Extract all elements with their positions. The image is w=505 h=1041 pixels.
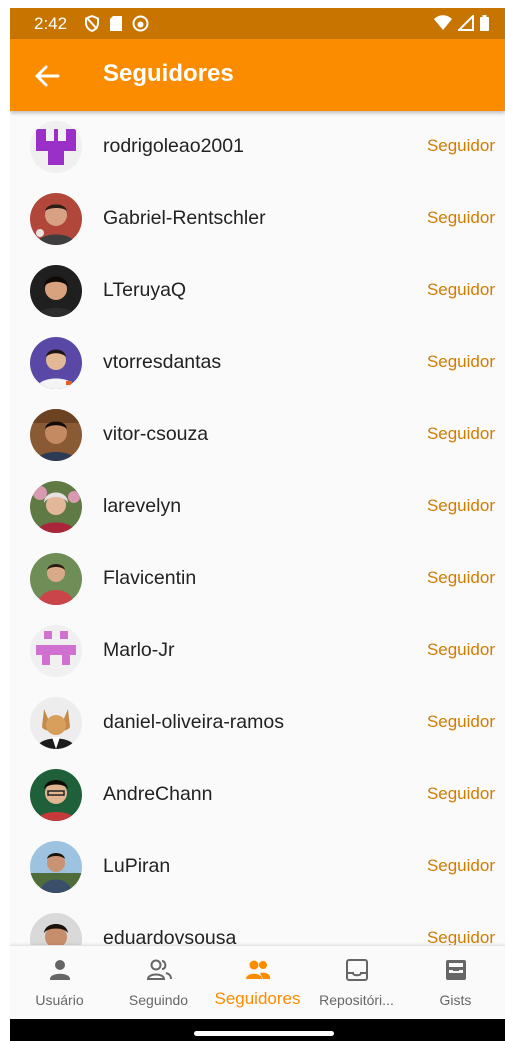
avatar[interactable] [30, 697, 82, 749]
system-navigation-bar [10, 1018, 505, 1041]
avatar[interactable] [30, 625, 82, 677]
follower-row[interactable]: vitor-csouza Seguidor [10, 399, 505, 471]
avatar[interactable] [30, 769, 82, 821]
avatar[interactable] [30, 913, 82, 945]
follower-row[interactable]: Flavicentin Seguidor [10, 543, 505, 615]
avatar[interactable] [30, 841, 82, 893]
avatar[interactable] [30, 121, 82, 173]
follower-username[interactable]: vtorresdantas [103, 351, 221, 374]
avatar[interactable] [30, 337, 82, 389]
avatar[interactable] [30, 193, 82, 245]
follower-row[interactable]: LTeruyaQ Seguidor [10, 255, 505, 327]
wifi-icon [434, 15, 452, 30]
avatar[interactable] [30, 481, 82, 533]
battery-icon [480, 15, 489, 31]
tab-seguindo[interactable]: Seguindo [109, 946, 208, 1019]
follower-username[interactable]: LuPiran [103, 855, 170, 878]
status-bar: 2:42 [10, 8, 505, 39]
follower-role-label: Seguidor [426, 352, 495, 371]
home-gesture-handle[interactable] [194, 1031, 334, 1036]
follower-username[interactable]: Gabriel-Rentschler [103, 207, 266, 230]
follower-role-label: Seguidor [426, 424, 495, 443]
follower-row[interactable]: eduardovsousa Seguidor [10, 903, 505, 945]
tab-seguidores[interactable]: Seguidores [208, 946, 307, 1019]
follower-role-label: Seguidor [426, 136, 495, 155]
follower-row[interactable]: daniel-oliveira-ramos Seguidor [10, 687, 505, 759]
follower-role-label: Seguidor [426, 496, 495, 515]
tab-label: Seguidores [214, 989, 301, 1008]
tab-usuario[interactable]: Usuário [10, 946, 109, 1019]
avatar[interactable] [30, 409, 82, 461]
people-outline-icon [146, 959, 172, 980]
follower-row[interactable]: AndreChann Seguidor [10, 759, 505, 831]
follower-username[interactable]: vitor-csouza [103, 423, 208, 446]
follower-role-label: Seguidor [426, 568, 495, 587]
follower-row[interactable]: Marlo-Jr Seguidor [10, 615, 505, 687]
follower-username[interactable]: Marlo-Jr [103, 639, 175, 662]
follower-username[interactable]: eduardovsousa [103, 927, 236, 945]
follower-username[interactable]: rodrigoleao2001 [103, 135, 244, 158]
followers-list[interactable]: rodrigoleao2001 Seguidor Gabriel-Rentsch… [10, 111, 505, 945]
back-arrow-icon[interactable] [32, 61, 62, 91]
follower-role-label: Seguidor [426, 928, 495, 945]
status-time: 2:42 [34, 14, 68, 33]
people-icon [246, 960, 271, 979]
follower-username[interactable]: Flavicentin [103, 567, 196, 590]
person-icon [50, 960, 70, 980]
archive-icon [446, 960, 466, 980]
follower-username[interactable]: larevelyn [103, 495, 181, 518]
bottom-navigation: Usuário Seguindo Seguidores Repositóri..… [10, 945, 505, 1019]
tab-repositorios[interactable]: Repositóri... [307, 946, 406, 1019]
tab-label: Seguindo [128, 992, 189, 1008]
avatar[interactable] [30, 553, 82, 605]
app-notification-icon [132, 15, 149, 32]
follower-username[interactable]: LTeruyaQ [103, 279, 186, 302]
sd-card-icon [110, 16, 122, 31]
page-title: Seguidores [103, 60, 234, 87]
tab-label: Repositóri... [319, 992, 394, 1008]
tab-label: Gists [439, 992, 472, 1008]
inbox-icon [346, 959, 368, 981]
follower-role-label: Seguidor [426, 208, 495, 227]
follower-row[interactable]: LuPiran Seguidor [10, 831, 505, 903]
app-screen: 2:42 Seguidores rodrigoleao2001 Seguidor [10, 8, 505, 1041]
follower-role-label: Seguidor [426, 640, 495, 659]
signal-icon [458, 15, 474, 31]
follower-role-label: Seguidor [426, 784, 495, 803]
follower-role-label: Seguidor [426, 280, 495, 299]
follower-row[interactable]: Gabriel-Rentschler Seguidor [10, 183, 505, 255]
shield-icon [85, 15, 99, 32]
follower-role-label: Seguidor [426, 856, 495, 875]
follower-row[interactable]: rodrigoleao2001 Seguidor [10, 111, 505, 183]
follower-username[interactable]: daniel-oliveira-ramos [103, 711, 284, 734]
follower-row[interactable]: vtorresdantas Seguidor [10, 327, 505, 399]
tab-label: Usuário [35, 992, 84, 1008]
follower-username[interactable]: AndreChann [103, 783, 213, 806]
app-bar: Seguidores [10, 39, 505, 111]
follower-role-label: Seguidor [426, 712, 495, 731]
follower-row[interactable]: larevelyn Seguidor [10, 471, 505, 543]
avatar[interactable] [30, 265, 82, 317]
tab-gists[interactable]: Gists [406, 946, 505, 1019]
